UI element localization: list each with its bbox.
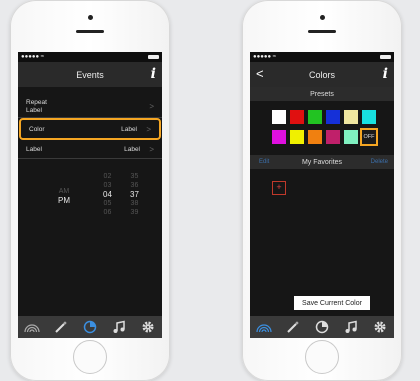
camera — [320, 15, 325, 20]
page-title: Events — [76, 69, 104, 80]
chevron-right-icon: > — [149, 144, 154, 154]
rainbow-icon — [24, 324, 40, 333]
add-favorite-button[interactable]: + — [272, 181, 286, 195]
phone-events: ●●●●● ≈ Events i Repeat Label > Color La… — [10, 0, 170, 381]
ampm-column[interactable]: AM PM — [58, 187, 70, 205]
swatch-mint[interactable] — [344, 130, 358, 144]
tab-rainbow[interactable] — [255, 318, 273, 336]
picker-minute: 35 — [130, 173, 139, 180]
row-color-label: Color — [29, 125, 45, 133]
signal-indicator: ●●●●● ≈ — [253, 54, 277, 60]
presets-header: Presets — [250, 87, 394, 101]
swatch-cyan[interactable] — [362, 110, 376, 124]
gear-icon — [142, 321, 154, 333]
edit-button[interactable]: Edit — [259, 159, 269, 165]
tab-magic[interactable] — [52, 318, 70, 336]
tab-music[interactable] — [342, 318, 360, 336]
save-current-color-button[interactable]: Save Current Color — [294, 296, 370, 310]
speaker — [308, 30, 336, 33]
tab-bar — [250, 316, 394, 338]
tab-settings[interactable] — [371, 318, 389, 336]
tab-magic[interactable] — [284, 318, 302, 336]
status-bar: ●●●●● ≈ — [18, 52, 162, 62]
battery-icon — [148, 55, 159, 59]
picker-hour: 06 — [103, 209, 112, 216]
tab-settings[interactable] — [139, 318, 157, 336]
swatch-green[interactable] — [308, 110, 322, 124]
row-label-value: Label — [124, 145, 140, 153]
picker-minute: 36 — [130, 182, 139, 189]
picker-hour: 03 — [103, 182, 112, 189]
page-title: Colors — [308, 69, 335, 80]
music-note-icon — [345, 320, 357, 333]
tab-timer[interactable] — [313, 318, 331, 336]
favorites-title: My Favorites — [301, 158, 343, 166]
back-icon[interactable]: < — [256, 66, 264, 81]
swatch-blue[interactable] — [326, 110, 340, 124]
picker-pm: PM — [58, 196, 70, 205]
tab-timer[interactable] — [81, 318, 99, 336]
phone-colors: ●●●●● ≈ < Colors i Presets OFF Edit My F… — [242, 0, 402, 381]
speaker — [76, 30, 104, 33]
battery-icon — [380, 55, 391, 59]
magic-wand-icon — [55, 321, 68, 333]
swatch-white[interactable] — [272, 110, 286, 124]
tab-rainbow[interactable] — [23, 318, 41, 336]
picker-minute-selected: 37 — [130, 190, 139, 199]
swatch-red[interactable] — [290, 110, 304, 124]
tab-music[interactable] — [110, 318, 128, 336]
hour-column[interactable]: 02 03 04 05 06 — [103, 172, 112, 217]
picker-minute: 39 — [130, 209, 139, 216]
row-color-value: Label — [121, 125, 137, 133]
minute-column[interactable]: 35 36 37 38 39 — [130, 172, 139, 217]
tab-bar — [18, 316, 162, 338]
home-button[interactable] — [73, 340, 107, 374]
status-bar: ●●●●● ≈ — [250, 52, 394, 62]
home-button[interactable] — [305, 340, 339, 374]
timer-icon — [83, 320, 97, 334]
rainbow-icon — [256, 324, 272, 333]
picker-hour: 05 — [103, 200, 112, 207]
info-icon[interactable]: i — [383, 66, 388, 82]
time-picker[interactable]: AM PM 02 03 04 05 06 35 36 37 38 39 — [18, 172, 162, 242]
signal-indicator: ●●●●● ≈ — [21, 54, 45, 60]
nav-bar: < Colors i — [250, 62, 394, 87]
info-icon[interactable]: i — [151, 66, 156, 82]
picker-hour-selected: 04 — [103, 190, 112, 199]
gear-icon — [374, 321, 386, 333]
swatch-magenta[interactable] — [272, 130, 286, 144]
favorites-bar: Edit My Favorites Delete — [250, 155, 394, 169]
swatch-cream[interactable] — [344, 110, 358, 124]
off-button[interactable]: OFF — [360, 128, 378, 146]
music-note-icon — [113, 320, 125, 333]
nav-bar: Events i — [18, 62, 162, 87]
delete-button[interactable]: Delete — [371, 159, 388, 165]
row-label-label: Label — [26, 145, 42, 153]
timer-icon — [315, 320, 329, 334]
row-color[interactable]: Color Label > — [19, 118, 161, 140]
events-screen: ●●●●● ≈ Events i Repeat Label > Color La… — [18, 52, 162, 338]
chevron-right-icon: > — [149, 102, 154, 111]
picker-am: AM — [58, 188, 70, 195]
swatch-yellow[interactable] — [290, 130, 304, 144]
swatch-pink[interactable] — [326, 130, 340, 144]
row-repeat-label: Repeat Label — [26, 99, 47, 114]
magic-wand-icon — [287, 321, 300, 333]
row-label[interactable]: Label Label > — [18, 140, 162, 159]
colors-screen: ●●●●● ≈ < Colors i Presets OFF Edit My F… — [250, 52, 394, 338]
row-repeat[interactable]: Repeat Label > — [18, 97, 162, 118]
swatch-orange[interactable] — [308, 130, 322, 144]
picker-hour: 02 — [103, 173, 112, 180]
picker-minute: 38 — [130, 200, 139, 207]
camera — [88, 15, 93, 20]
chevron-right-icon: > — [146, 124, 151, 134]
